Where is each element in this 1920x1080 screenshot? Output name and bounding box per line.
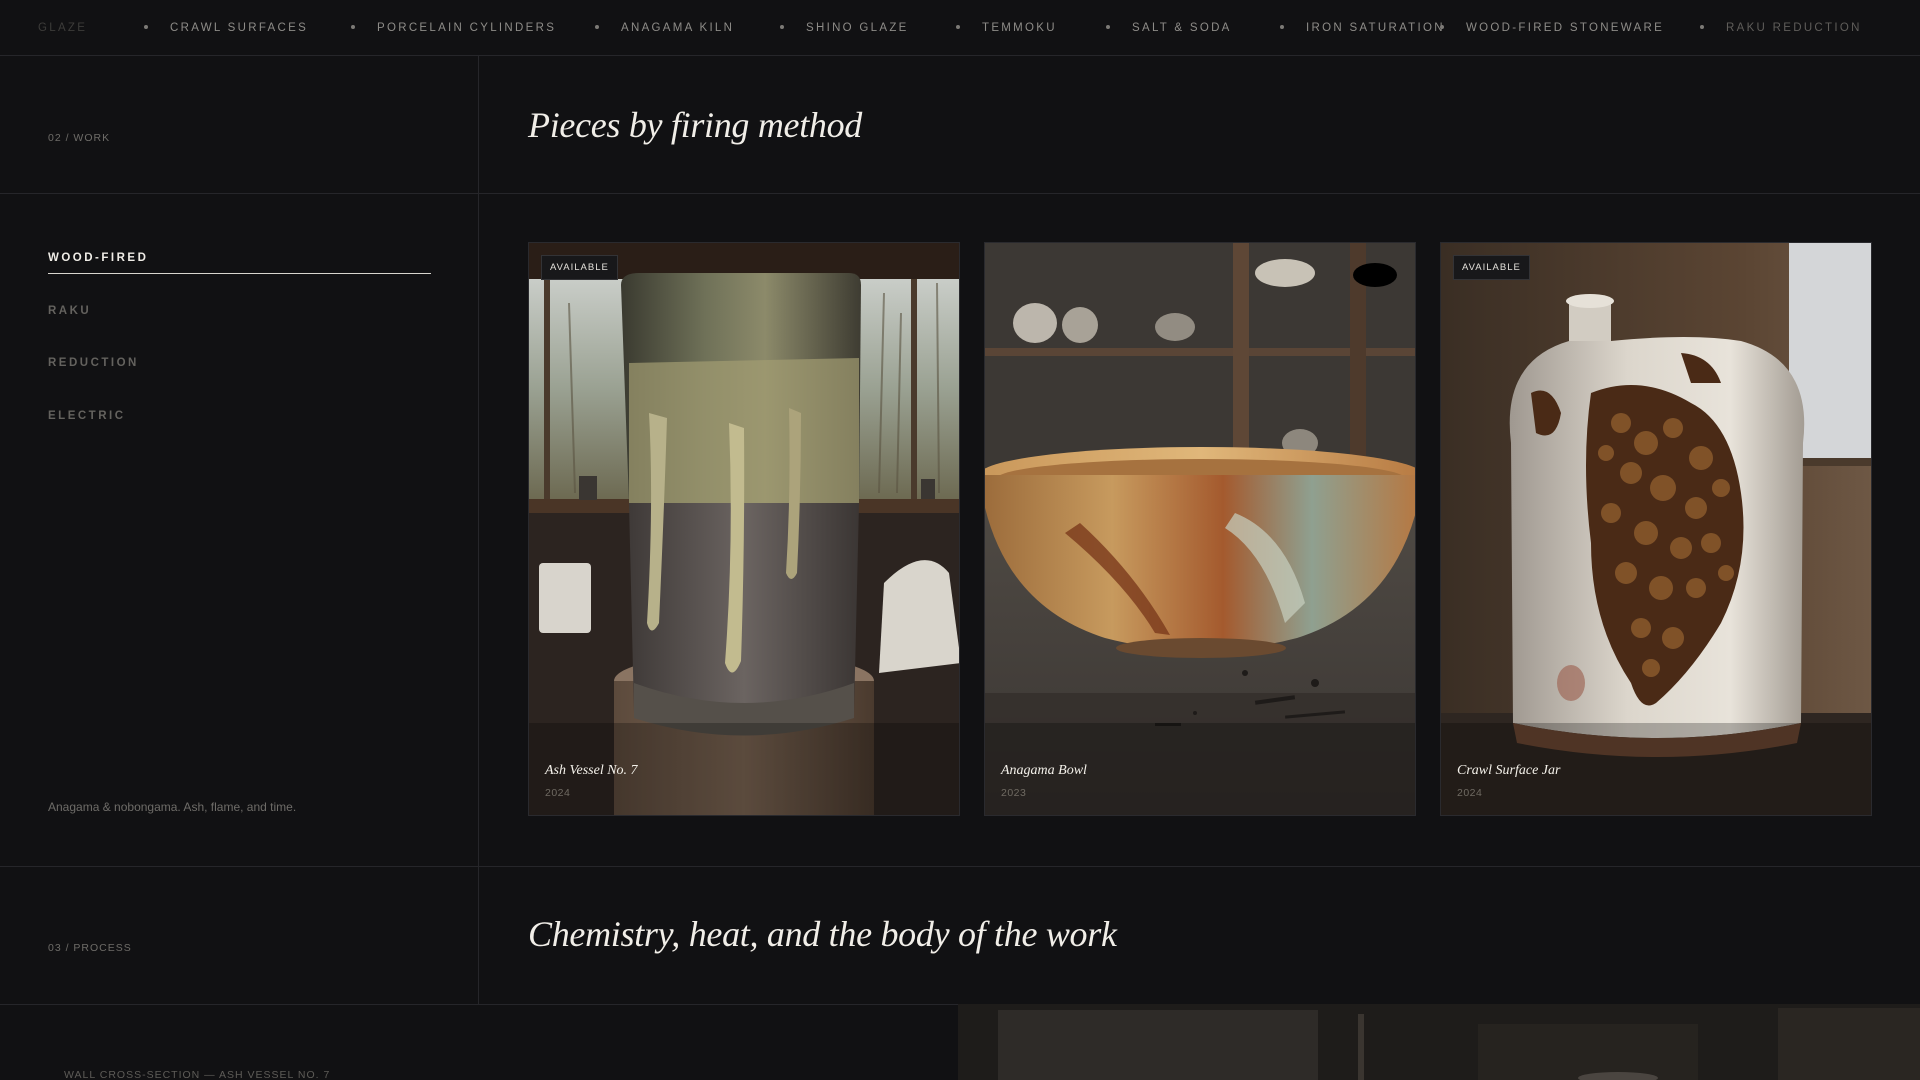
marquee-item: GLAZE <box>38 22 88 34</box>
bullet-icon <box>780 24 784 29</box>
bullet-icon <box>595 24 599 29</box>
marquee-item: IRON SATURATION <box>1280 0 1445 55</box>
marquee-ticker: GLAZE CRAWL SURFACES PORCELAIN CYLINDERS… <box>0 0 1920 56</box>
marquee-item: ANAGAMA KILN <box>595 0 734 55</box>
work-card-crawl-surface-jar[interactable]: AVAILABLE Crawl Surface Jar 2024 <box>1440 242 1872 816</box>
filter-wood-fired[interactable]: WOOD-FIRED <box>48 252 148 264</box>
marquee-item: SALT & SODA <box>1106 0 1232 55</box>
marquee-item: CRAWL SURFACES <box>144 0 308 55</box>
marquee-item: PORCELAIN CYLINDERS <box>351 0 556 55</box>
section-divider <box>0 866 1920 867</box>
marquee-item: SHINO GLAZE <box>780 0 909 55</box>
column-divider <box>478 56 479 1004</box>
filter-reduction[interactable]: REDUCTION <box>48 357 139 369</box>
bullet-icon <box>1280 24 1284 29</box>
availability-badge: AVAILABLE <box>541 255 618 280</box>
work-card-ash-vessel[interactable]: AVAILABLE Ash Vessel No. 7 2024 <box>528 242 960 816</box>
work-section-title: Pieces by firing method <box>528 105 863 145</box>
marquee-item: TEMMOKU <box>956 0 1057 55</box>
bullet-icon <box>351 24 355 29</box>
process-section-label: 03 / PROCESS <box>48 942 132 954</box>
card-title: Crawl Surface Jar <box>1457 763 1561 778</box>
filter-description: Anagama & nobongama. Ash, flame, and tim… <box>48 800 297 814</box>
card-title: Anagama Bowl <box>1001 763 1087 778</box>
work-card-anagama-bowl[interactable]: Anagama Bowl 2023 <box>984 242 1416 816</box>
card-year: 2024 <box>1457 787 1483 799</box>
bullet-icon <box>1700 24 1704 29</box>
anagama-bowl-photo <box>985 243 1415 815</box>
kiln-photo <box>958 1004 1920 1080</box>
filter-raku[interactable]: RAKU <box>48 305 91 317</box>
ash-vessel-photo <box>529 243 959 815</box>
marquee-item: RAKU REDUCTION <box>1700 0 1862 55</box>
active-filter-underline <box>48 273 431 274</box>
bullet-icon <box>956 24 960 29</box>
card-year: 2023 <box>1001 787 1027 799</box>
process-section-title: Chemistry, heat, and the body of the wor… <box>528 914 1117 954</box>
work-section-label: 02 / WORK <box>48 132 111 144</box>
bullet-icon <box>1440 24 1444 29</box>
section-divider <box>0 193 1920 194</box>
marquee-item: WOOD-FIRED STONEWARE <box>1440 0 1664 55</box>
bullet-icon <box>144 24 148 29</box>
card-title: Ash Vessel No. 7 <box>545 763 638 778</box>
card-year: 2024 <box>545 787 571 799</box>
availability-badge: AVAILABLE <box>1453 255 1530 280</box>
crawl-surface-jar-photo <box>1441 243 1871 815</box>
bullet-icon <box>1106 24 1110 29</box>
filter-electric[interactable]: ELECTRIC <box>48 410 126 422</box>
process-image-caption: WALL CROSS-SECTION — ASH VESSEL NO. 7 <box>64 1069 331 1080</box>
process-image-strip <box>958 1004 1920 1080</box>
